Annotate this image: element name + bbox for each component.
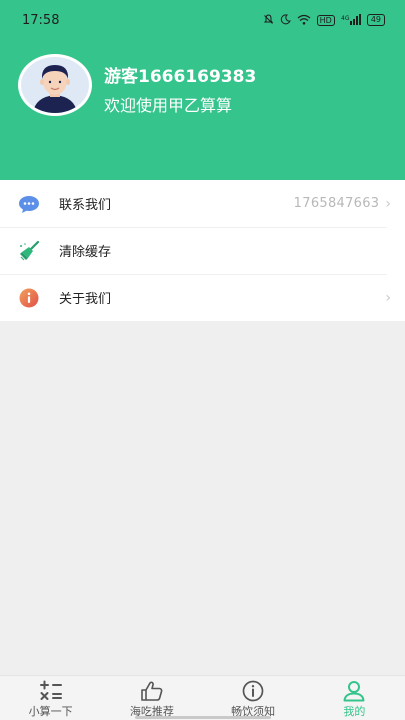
- status-time: 17:58: [22, 12, 60, 28]
- menu-item-label: 清除缓存: [59, 245, 112, 260]
- tab-label: 我的: [343, 704, 366, 718]
- welcome-text: 欢迎使用甲乙算算: [104, 96, 233, 115]
- contact-number: 1765847663: [293, 196, 380, 211]
- menu-item-label: 联系我们: [59, 198, 112, 213]
- status-bar: 17:58 HD 4G 49: [0, 0, 405, 40]
- moon-icon: [280, 13, 291, 27]
- status-icons: HD 4G 49: [263, 13, 385, 27]
- info-icon: [18, 287, 40, 309]
- cellular-signal-icon: 4G: [341, 13, 361, 27]
- menu-item-clear-cache[interactable]: 清除缓存: [0, 227, 405, 274]
- avatar[interactable]: [18, 54, 92, 116]
- thumbs-up-icon: [139, 680, 165, 702]
- calculator-icon: [38, 680, 64, 702]
- tab-recommend[interactable]: 海吃推荐: [101, 676, 202, 720]
- profile-header: 17:58 HD 4G 49 游客1666169383 欢迎使用甲乙算算: [0, 0, 405, 180]
- tab-calculate[interactable]: 小算一下: [0, 676, 101, 720]
- broom-icon: [18, 240, 40, 262]
- info-circle-icon: [240, 680, 266, 702]
- bottom-tab-bar: 小算一下 海吃推荐 畅饮须知 我的: [0, 675, 405, 720]
- chat-bubble-icon: [18, 193, 40, 215]
- user-icon: [341, 680, 367, 702]
- menu-item-contact-us[interactable]: 联系我们 1765847663 ›: [0, 180, 405, 227]
- mute-bell-icon: [263, 13, 274, 27]
- battery-icon: 49: [366, 14, 385, 26]
- home-indicator[interactable]: [135, 716, 271, 719]
- username: 游客1666169383: [104, 67, 257, 87]
- chevron-right-icon: ›: [385, 195, 391, 212]
- settings-menu: 联系我们 1765847663 › 清除缓存 关于我们 ›: [0, 180, 405, 321]
- tab-profile[interactable]: 我的: [304, 676, 405, 720]
- menu-item-about-us[interactable]: 关于我们 ›: [0, 274, 405, 321]
- hd-badge: HD: [316, 14, 335, 26]
- menu-item-label: 关于我们: [59, 292, 112, 307]
- wifi-icon: [297, 14, 311, 27]
- network-label: 4G: [341, 15, 350, 22]
- tab-drinking-notice[interactable]: 畅饮须知: [203, 676, 304, 720]
- tab-label: 小算一下: [28, 704, 73, 718]
- chevron-right-icon: ›: [385, 289, 391, 306]
